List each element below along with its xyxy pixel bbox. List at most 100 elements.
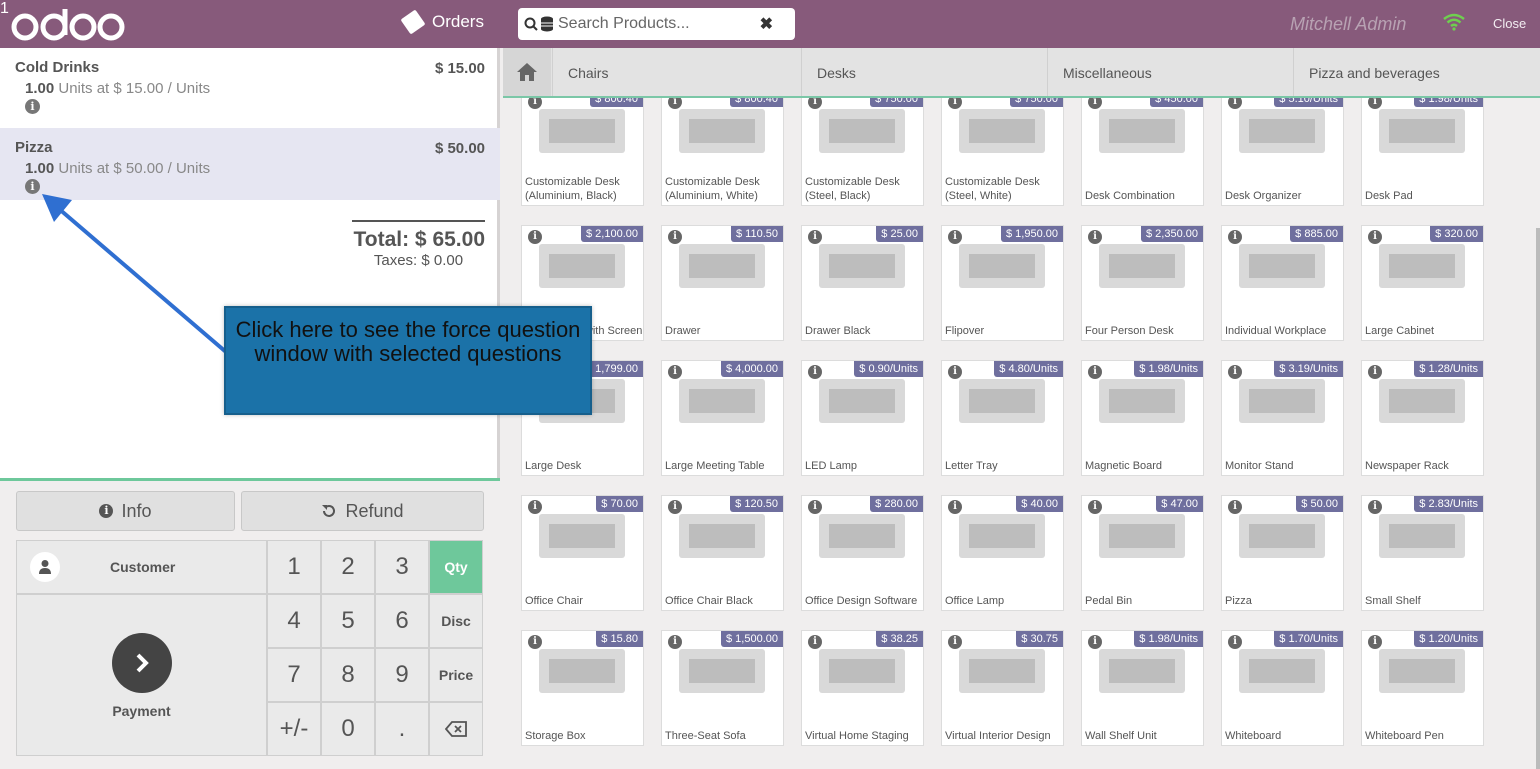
category-desks[interactable]: Desks	[801, 48, 1047, 96]
info-icon[interactable]: i	[1228, 365, 1242, 379]
product-card[interactable]: i $ 15.80 Storage Box	[521, 630, 644, 746]
product-card[interactable]: i $ 450.00 Desk Combination	[1081, 98, 1204, 206]
product-card[interactable]: i $ 4.80/Units Letter Tray	[941, 360, 1064, 476]
info-icon[interactable]: i	[1228, 230, 1242, 244]
info-icon[interactable]: i	[1088, 635, 1102, 649]
clear-search-icon[interactable]: ✖	[760, 14, 773, 34]
orders-button[interactable]: Orders	[400, 9, 484, 35]
info-icon[interactable]: i	[668, 365, 682, 379]
scrollbar[interactable]	[1536, 228, 1540, 769]
numpad-key-6[interactable]: 6	[375, 594, 429, 648]
product-card[interactable]: i $ 1.98/Units Desk Pad	[1361, 98, 1484, 206]
search-input[interactable]: Search Products...	[558, 15, 690, 33]
category-miscellaneous[interactable]: Miscellaneous	[1047, 48, 1293, 96]
product-card[interactable]: i $ 120.50 Office Chair Black	[661, 495, 784, 611]
product-card[interactable]: i $ 4,000.00 Large Meeting Table	[661, 360, 784, 476]
customer-button[interactable]: Customer	[16, 540, 267, 594]
info-icon[interactable]: i	[1368, 500, 1382, 514]
product-card[interactable]: i $ 750.00 Customizable Desk (Steel, Black…	[801, 98, 924, 206]
info-icon[interactable]: i	[25, 99, 40, 114]
numpad-key-0[interactable]: 0	[321, 702, 375, 756]
info-icon[interactable]: i	[528, 635, 542, 649]
payment-button[interactable]: Payment	[16, 594, 267, 756]
info-icon[interactable]: i	[528, 230, 542, 244]
numpad-key-1[interactable]: 1	[267, 540, 321, 594]
product-name: Office Design Software	[805, 595, 918, 607]
product-card[interactable]: i $ 1.28/Units Newspaper Rack	[1361, 360, 1484, 476]
product-card[interactable]: i $ 110.50 Drawer	[661, 225, 784, 341]
info-icon[interactable]: i	[1368, 635, 1382, 649]
product-card[interactable]: i $ 3.19/Units Monitor Stand	[1221, 360, 1344, 476]
info-button[interactable]: i Info	[16, 491, 235, 531]
info-icon[interactable]: i	[1228, 500, 1242, 514]
product-card[interactable]: i $ 885.00 Individual Workplace	[1221, 225, 1344, 341]
info-icon[interactable]: i	[668, 635, 682, 649]
order-totals: Total: $ 65.00 Taxes: $ 0.00	[352, 220, 485, 269]
product-card[interactable]: i $ 280.00 Office Design Software	[801, 495, 924, 611]
info-icon[interactable]: i	[1088, 365, 1102, 379]
info-icon[interactable]: i	[808, 365, 822, 379]
info-icon[interactable]: i	[668, 500, 682, 514]
info-icon[interactable]: i	[808, 635, 822, 649]
product-card[interactable]: i $ 750.00 Customizable Desk (Steel, White…	[941, 98, 1064, 206]
info-icon[interactable]: i	[808, 230, 822, 244]
order-line-selected[interactable]: Pizza $ 50.00 1.00 Units at $ 50.00 / Un…	[0, 128, 500, 200]
product-card[interactable]: i $ 2.83/Units Small Shelf	[1361, 495, 1484, 611]
product-card[interactable]: i $ 30.75 Virtual Interior Design	[941, 630, 1064, 746]
info-icon[interactable]: i	[948, 230, 962, 244]
info-icon[interactable]: i	[948, 635, 962, 649]
info-icon[interactable]: i	[808, 500, 822, 514]
product-card[interactable]: i $ 25.00 Drawer Black	[801, 225, 924, 341]
product-card[interactable]: i $ 40.00 Office Lamp	[941, 495, 1064, 611]
refund-button[interactable]: Refund	[241, 491, 484, 531]
product-card[interactable]: i $ 800.40 Customizable Desk (Aluminium, W…	[661, 98, 784, 206]
user-name[interactable]: Mitchell Admin	[1290, 14, 1406, 35]
product-card[interactable]: i $ 47.00 Pedal Bin	[1081, 495, 1204, 611]
backspace-button[interactable]	[429, 702, 483, 756]
numpad-key-7[interactable]: 7	[267, 648, 321, 702]
price-mode-button[interactable]: Price	[429, 648, 483, 702]
disc-mode-button[interactable]: Disc	[429, 594, 483, 648]
product-card[interactable]: i $ 1,950.00 Flipover	[941, 225, 1064, 341]
info-icon[interactable]: i	[1368, 365, 1382, 379]
numpad-key-5[interactable]: 5	[321, 594, 375, 648]
info-icon[interactable]: i	[25, 179, 40, 194]
product-card[interactable]: i $ 1.20/Units Whiteboard Pen	[1361, 630, 1484, 746]
home-category-button[interactable]	[503, 48, 551, 96]
product-card[interactable]: i $ 1.98/Units Wall Shelf Unit	[1081, 630, 1204, 746]
product-card[interactable]: i $ 70.00 Office Chair	[521, 495, 644, 611]
order-line[interactable]: Cold Drinks $ 15.00 1.00 Units at $ 15.0…	[0, 48, 500, 120]
search-box[interactable]: Search Products... ✖	[518, 8, 795, 40]
product-card[interactable]: i $ 5.10/Units Desk Organizer	[1221, 98, 1344, 206]
numpad-key-sign[interactable]: +/-	[267, 702, 321, 756]
product-card[interactable]: i $ 1,500.00 Three-Seat Sofa	[661, 630, 784, 746]
qty-mode-button[interactable]: Qty	[429, 540, 483, 594]
category-pizza-and-beverages[interactable]: Pizza and beverages	[1293, 48, 1540, 96]
product-card[interactable]: i $ 320.00 Large Cabinet	[1361, 225, 1484, 341]
numpad-key-9[interactable]: 9	[375, 648, 429, 702]
product-card[interactable]: i $ 1.98/Units Magnetic Board	[1081, 360, 1204, 476]
category-chairs[interactable]: Chairs	[552, 48, 801, 96]
product-card[interactable]: i $ 0.90/Units LED Lamp	[801, 360, 924, 476]
product-card[interactable]: i $ 1.70/Units Whiteboard	[1221, 630, 1344, 746]
info-icon[interactable]: i	[1088, 500, 1102, 514]
product-card[interactable]: i $ 2,350.00 Four Person Desk	[1081, 225, 1204, 341]
info-icon[interactable]: i	[1088, 230, 1102, 244]
price-tag: $ 320.00	[1430, 226, 1483, 242]
info-icon[interactable]: i	[668, 230, 682, 244]
info-icon[interactable]: i	[948, 365, 962, 379]
product-card[interactable]: i $ 50.00 Pizza	[1221, 495, 1344, 611]
numpad-key-decimal[interactable]: .	[375, 702, 429, 756]
numpad-key-2[interactable]: 2	[321, 540, 375, 594]
product-card[interactable]: i $ 800.40 Customizable Desk (Aluminium, B…	[521, 98, 644, 206]
numpad-key-4[interactable]: 4	[267, 594, 321, 648]
numpad-key-8[interactable]: 8	[321, 648, 375, 702]
numpad-key-3[interactable]: 3	[375, 540, 429, 594]
info-icon[interactable]: i	[948, 500, 962, 514]
close-button[interactable]: Close	[1493, 16, 1526, 31]
info-icon[interactable]: i	[528, 500, 542, 514]
info-icon[interactable]: i	[1368, 230, 1382, 244]
product-card[interactable]: i $ 38.25 Virtual Home Staging	[801, 630, 924, 746]
product-name: Drawer	[665, 325, 701, 337]
info-icon[interactable]: i	[1228, 635, 1242, 649]
